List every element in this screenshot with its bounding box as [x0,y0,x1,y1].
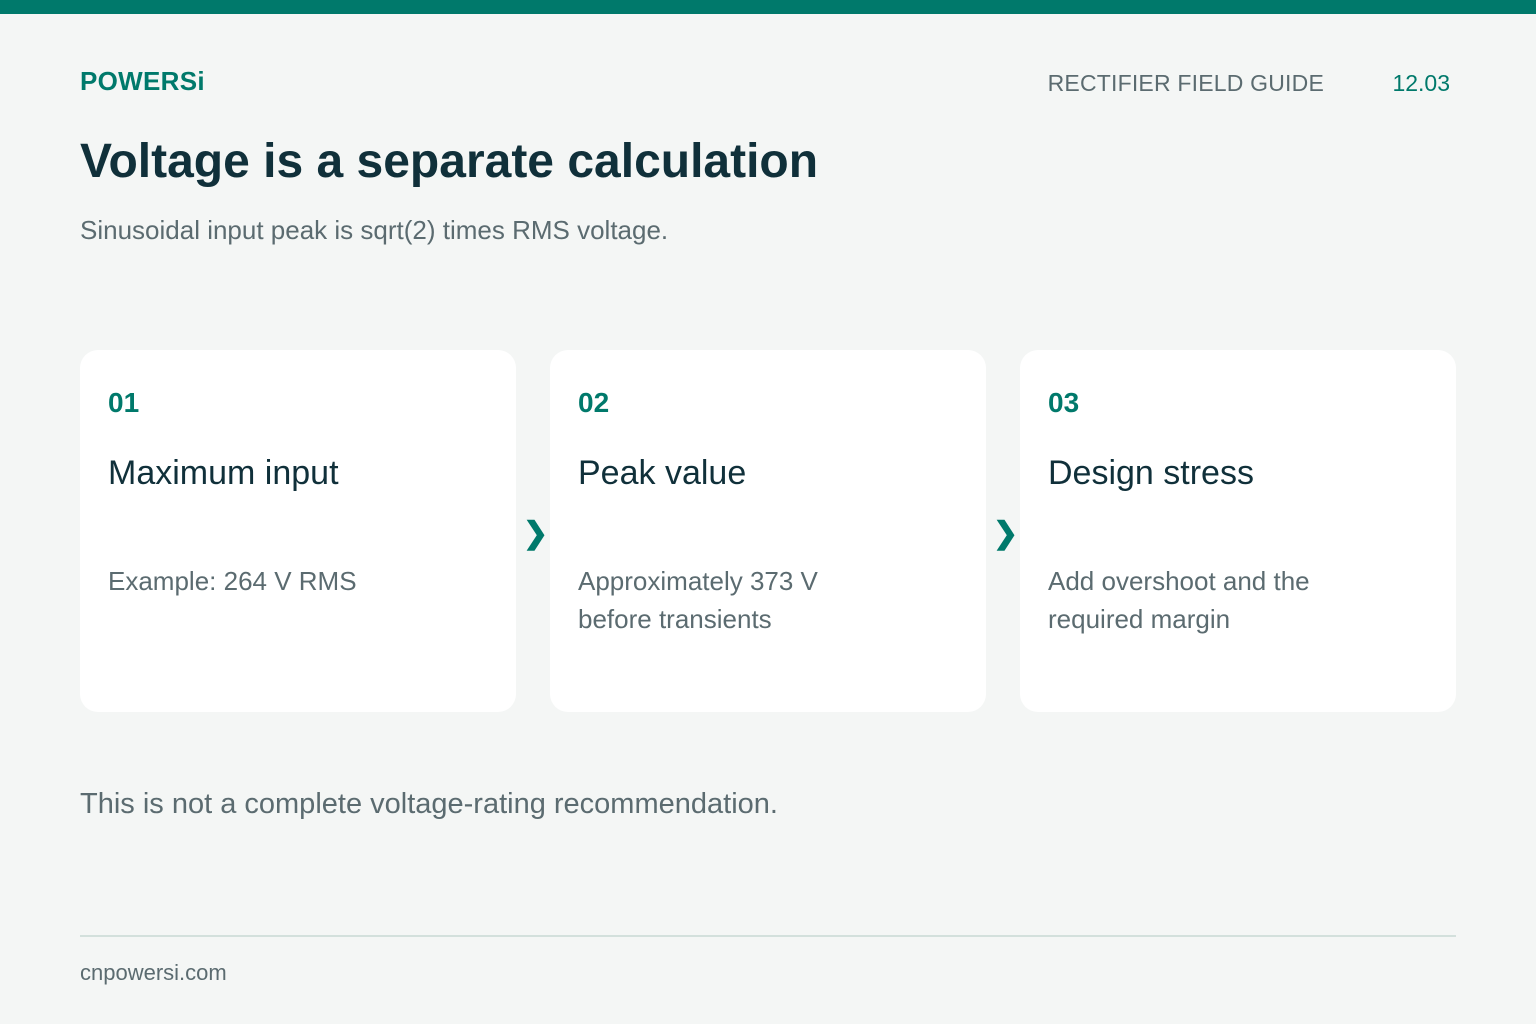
top-accent-bar [0,0,1536,14]
step-number: 03 [1048,387,1080,418]
brand-logo: POWERSi [80,66,205,96]
footer-url: cnpowersi.com [80,960,227,985]
step-description: Add overshoot and the required margin [1048,566,1310,634]
chevron-right-icon: ❯ [523,517,549,550]
page-title: Voltage is a separate calculation [80,135,819,188]
step-description: Example: 264 V RMS [108,566,357,596]
disclaimer-note: This is not a complete voltage-rating re… [80,788,778,820]
step-title: Maximum input [108,454,339,492]
guide-title: RECTIFIER FIELD GUIDE [1047,70,1324,96]
step-card-maximum-input: 01 Maximum input Example: 264 V RMS [80,350,516,712]
footer-divider [80,935,1456,937]
step-number: 02 [578,387,610,418]
step-card-peak-value: 02 Peak value Approximately 373 V before… [550,350,986,712]
step-title: Peak value [578,454,747,492]
step-number: 01 [108,387,140,418]
chevron-right-icon: ❯ [993,517,1019,550]
step-title: Design stress [1048,454,1254,492]
page-number: 12.03 [1392,70,1450,96]
page-subtitle: Sinusoidal input peak is sqrt(2) times R… [80,215,669,245]
step-card-design-stress: 03 Design stress Add overshoot and the r… [1020,350,1456,712]
step-description: Approximately 373 V before transients [578,566,818,634]
